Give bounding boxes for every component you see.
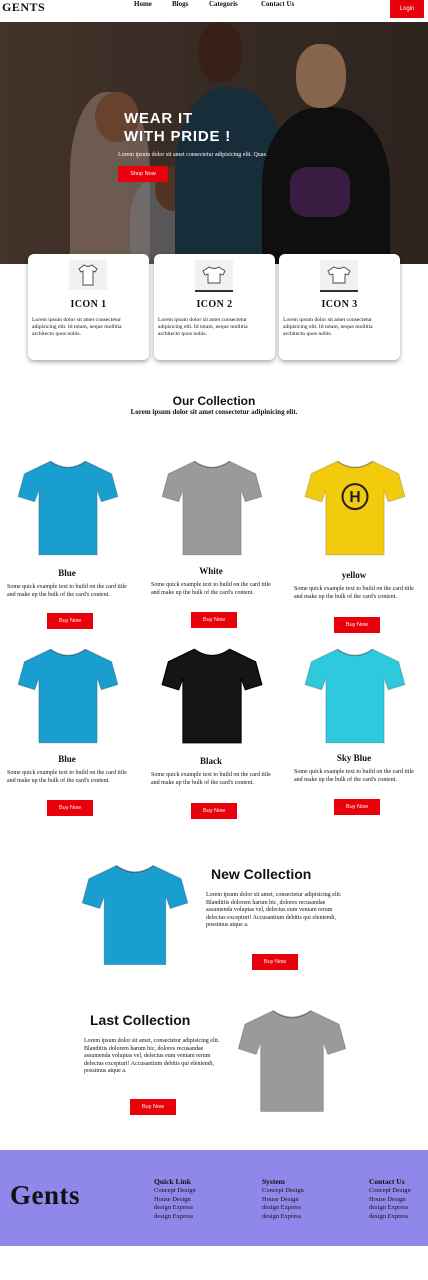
buy-now-button[interactable]: Buy Now xyxy=(47,800,93,816)
footer-link[interactable]: Concept Design xyxy=(154,1187,224,1196)
tshirt-icon xyxy=(195,260,233,290)
feature-title: ICON 1 xyxy=(70,299,107,310)
footer-column-title: Contact Us xyxy=(369,1177,405,1186)
buy-now-button[interactable]: Buy Now xyxy=(252,954,298,970)
footer-column-title: Quick Link xyxy=(154,1177,191,1186)
product-description: Some quick example text to build on the … xyxy=(151,772,271,786)
buy-now-button[interactable]: Buy Now xyxy=(334,617,380,633)
product-name: Blue xyxy=(58,754,76,764)
feature-card-1: ICON 1 Lorem ipsum dolor sit amet consec… xyxy=(28,254,149,360)
product-name: Black xyxy=(199,756,222,766)
product-image[interactable] xyxy=(16,640,120,750)
shop-now-button[interactable]: Shop Now xyxy=(118,166,168,182)
brand-logo[interactable]: GENTS xyxy=(2,0,45,15)
nav-categoris-link[interactable]: Categoris xyxy=(209,0,238,8)
footer-link[interactable]: House Design xyxy=(262,1196,332,1205)
feature-title: ICON 2 xyxy=(196,299,233,310)
product-description: Some quick example text to build on the … xyxy=(7,770,127,784)
footer-column-contact: Contact Us Concept Design House Design d… xyxy=(369,1177,426,1221)
footer-link[interactable]: Concept Design xyxy=(369,1187,426,1196)
product-image[interactable] xyxy=(160,640,264,750)
tshirt-icon xyxy=(320,260,358,290)
product-image[interactable] xyxy=(160,452,264,562)
tshirt-icon xyxy=(69,260,107,290)
footer-link[interactable]: design Express xyxy=(262,1204,332,1213)
footer-link[interactable]: design Express xyxy=(262,1213,332,1222)
product-description: Some quick example text to build on the … xyxy=(151,582,271,596)
feature-text: Lorem ipsum dolor sit amet consectetur a… xyxy=(158,317,248,338)
hero-description: Lorem ipsum dolor sit amet consectetur a… xyxy=(118,152,268,158)
footer-brand: Gents xyxy=(10,1180,80,1210)
product-image[interactable] xyxy=(303,640,407,750)
nav-blogs-link[interactable]: Blogs xyxy=(172,0,188,8)
footer-link[interactable]: design Express xyxy=(154,1204,224,1213)
feature-title: ICON 3 xyxy=(321,299,358,310)
hero-banner: WEAR IT WITH PRIDE ! Lorem ipsum dolor s… xyxy=(0,22,428,264)
footer: Gents Quick Link Concept Design House De… xyxy=(0,1150,428,1246)
feature-card-3: ICON 3 Lorem ipsum dolor sit amet consec… xyxy=(279,254,400,360)
feature-card-2: ICON 2 Lorem ipsum dolor sit amet consec… xyxy=(154,254,275,360)
product-description: Some quick example text to build on the … xyxy=(7,584,127,598)
hero-title: WEAR IT WITH PRIDE ! xyxy=(124,110,232,145)
footer-column-title: System xyxy=(262,1177,285,1186)
buy-now-button[interactable]: Buy Now xyxy=(334,799,380,815)
new-collection-text: Lorem ipsum dolor sit amet, consectetur … xyxy=(206,892,342,929)
feature-text: Lorem ipsum dolor sit amet consectetur a… xyxy=(283,317,373,338)
nav-home-link[interactable]: Home xyxy=(134,0,152,8)
last-collection-image[interactable] xyxy=(236,1004,348,1116)
feature-text: Lorem ipsum dolor sit amet consectetur a… xyxy=(32,317,122,338)
footer-link[interactable]: design Express xyxy=(369,1204,426,1213)
buy-now-button[interactable]: Buy Now xyxy=(47,613,93,629)
footer-column-quick-link: Quick Link Concept Design House Design d… xyxy=(154,1177,224,1221)
buy-now-button[interactable]: Buy Now xyxy=(191,612,237,628)
product-name: Sky Blue xyxy=(336,753,372,763)
collection-subtitle: Lorem ipsum dolor sit amet consectetur a… xyxy=(130,408,298,416)
new-collection-title: New Collection xyxy=(211,866,312,882)
product-name: yellow xyxy=(341,570,367,580)
footer-link[interactable]: House Design xyxy=(154,1196,224,1205)
footer-link[interactable]: Concept Design xyxy=(262,1187,332,1196)
product-image[interactable]: H xyxy=(303,452,407,562)
top-navbar: GENTS Home Blogs Categoris Contact Us Lo… xyxy=(0,0,428,18)
footer-link[interactable]: design Express xyxy=(369,1213,426,1222)
login-button[interactable]: Login xyxy=(390,0,424,18)
product-name: Blue xyxy=(58,568,76,578)
product-image[interactable] xyxy=(16,452,120,562)
footer-link[interactable]: House Design xyxy=(369,1196,426,1205)
new-collection-image[interactable] xyxy=(80,858,190,970)
product-description: Some quick example text to build on the … xyxy=(294,769,414,783)
footer-column-system: System Concept Design House Design desig… xyxy=(262,1177,332,1221)
last-collection-text: Lorem ipsum dolor sit amet, consectetur … xyxy=(84,1038,220,1075)
product-name: White xyxy=(199,566,223,576)
collection-title: Our Collection xyxy=(172,394,256,408)
product-description: Some quick example text to build on the … xyxy=(294,586,414,600)
last-collection-title: Last Collection xyxy=(90,1012,191,1028)
nav-contact-link[interactable]: Contact Us xyxy=(261,0,294,8)
buy-now-button[interactable]: Buy Now xyxy=(130,1099,176,1115)
footer-link[interactable]: design Express xyxy=(154,1213,224,1222)
svg-text:H: H xyxy=(349,489,360,506)
buy-now-button[interactable]: Buy Now xyxy=(191,803,237,819)
